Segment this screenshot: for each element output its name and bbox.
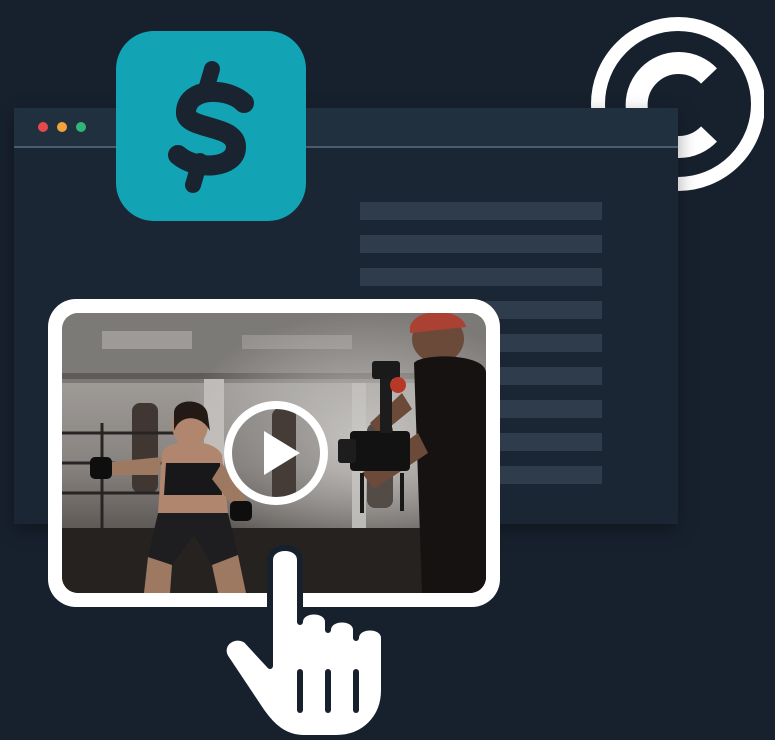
dollar-tile xyxy=(116,31,306,221)
text-placeholder-line xyxy=(360,202,602,220)
window-minimize-dot xyxy=(57,122,67,132)
hand-pointer-icon xyxy=(220,545,387,740)
play-icon[interactable] xyxy=(220,397,332,509)
text-placeholder-line xyxy=(360,235,602,253)
browser-titlebar xyxy=(14,108,678,148)
window-close-dot xyxy=(38,122,48,132)
dollar-sign-icon xyxy=(168,61,254,193)
window-maximize-dot xyxy=(76,122,86,132)
text-placeholder-line xyxy=(360,268,602,286)
